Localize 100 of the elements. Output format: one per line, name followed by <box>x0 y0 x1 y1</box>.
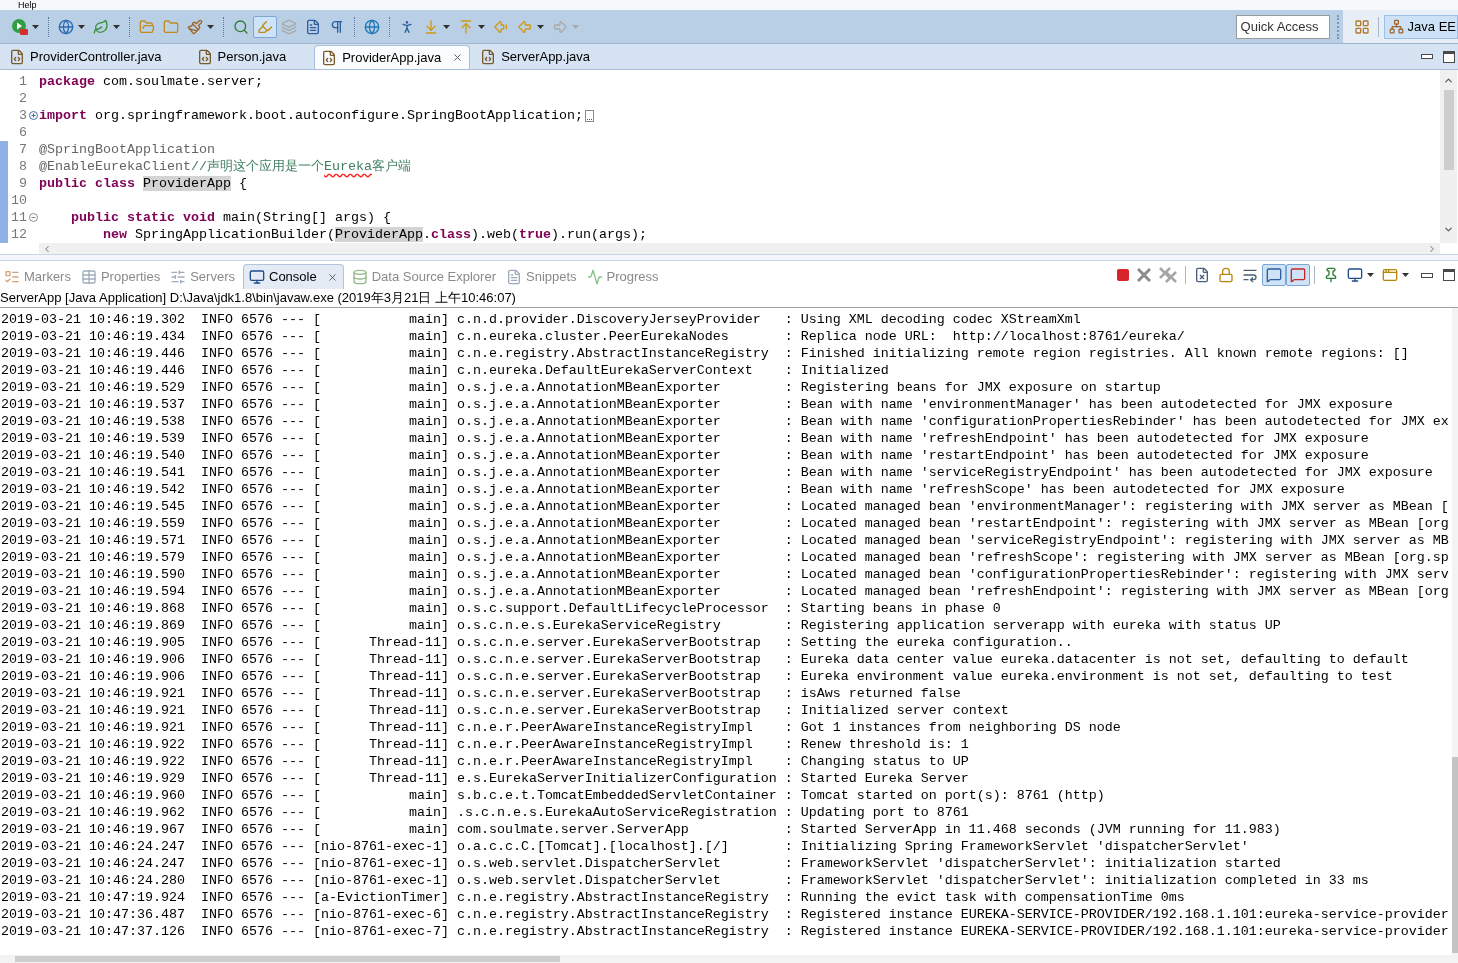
log-line: 2019-03-21 10:47:19.924 INFO 6576 --- [a-EvictionTimer] c.n.e.registry.AbstractInstanceRegistry : Running the evict task with compensationTime 0ms <box>1 889 1185 906</box>
leaf-icon <box>93 18 109 35</box>
close-icon[interactable] <box>452 52 464 63</box>
editor-tab[interactable]: ServerApp.java <box>473 45 616 69</box>
document-icon <box>305 18 321 35</box>
perspective-button[interactable]: Java EE <box>1383 14 1458 39</box>
sliders-icon <box>170 268 187 285</box>
caret-icon <box>1402 273 1409 277</box>
log-line: 2019-03-21 10:46:19.446 INFO 6576 --- [ main] c.n.eureka.DefaultEurekaServerContext : Initialized <box>1 362 889 379</box>
search-icon <box>233 18 249 35</box>
minimize-icon[interactable] <box>1421 272 1433 278</box>
run-icon <box>12 18 28 35</box>
file-icon <box>196 49 213 65</box>
toolbar-button[interactable] <box>1262 264 1286 286</box>
scrollbar-thumb[interactable] <box>1443 90 1454 170</box>
network-icon <box>1388 19 1404 34</box>
vertical-scrollbar[interactable] <box>1452 308 1458 955</box>
layers-icon <box>281 18 297 35</box>
editor-tab[interactable]: Person.java <box>189 45 312 69</box>
monitor-icon <box>1347 267 1363 283</box>
view-tab[interactable]: Servers <box>168 264 237 289</box>
scrollbar-thumb[interactable] <box>15 956 560 962</box>
log-line: 2019-03-21 10:46:19.962 INFO 6576 --- [ main] .s.c.n.e.s.EurekaAutoServiceRegistration : Updating port to 8761 <box>1 804 969 821</box>
log-line: 2019-03-21 10:46:19.922 INFO 6576 --- [ Thread-11] c.n.e.r.PeerAwareInstanceRegistryImpl : Changing status to UP <box>1 753 969 770</box>
file-icon <box>480 49 497 65</box>
code-line: @SpringBootApplication <box>39 141 215 158</box>
line-number: 8 <box>18 158 27 175</box>
horizontal-scrollbar[interactable] <box>0 955 1458 963</box>
file-x-icon <box>1194 267 1210 283</box>
log-line: 2019-03-21 10:46:19.922 INFO 6576 --- [ Thread-11] c.n.e.r.PeerAwareInstanceRegistryImpl : Renew threshold is: 1 <box>1 736 969 753</box>
pulse-icon <box>586 268 603 285</box>
monitor-icon <box>249 269 265 285</box>
line-number: 11 <box>10 209 27 226</box>
document-icon <box>506 268 522 285</box>
log-line: 2019-03-21 10:46:19.541 INFO 6576 --- [ main] o.s.j.e.a.AnnotationMBeanExporter : Bean with name 'serviceRegistryEndpoint' has been autodetected for JMX exposure <box>1 464 1433 481</box>
view-tab[interactable]: Console <box>243 264 344 289</box>
caret-icon <box>572 24 579 29</box>
toolbar-button[interactable] <box>1286 264 1310 286</box>
collapse-icon[interactable] <box>28 213 38 222</box>
maximize-icon[interactable] <box>1443 269 1455 281</box>
arrow-right-icon <box>552 18 568 35</box>
view-tab[interactable]: Markers <box>2 264 73 289</box>
view-tab[interactable]: Snippets <box>504 264 579 289</box>
log-line: 2019-03-21 10:46:19.537 INFO 6576 --- [ main] o.s.j.e.a.AnnotationMBeanExporter : Bean with name 'environmentManager' has been autodetected for JMX exposure <box>1 396 1393 413</box>
caret-icon <box>1367 273 1374 277</box>
arrow-left-icon <box>517 18 533 35</box>
arrow-down-icon <box>423 18 439 35</box>
globe-icon <box>58 18 74 35</box>
editor-tab[interactable]: ProviderApp.java <box>314 45 471 69</box>
database-icon <box>351 268 368 285</box>
caret-icon <box>478 24 485 29</box>
log-line: 2019-03-21 10:46:19.542 INFO 6576 --- [ main] o.s.j.e.a.AnnotationMBeanExporter : Bean with name 'refreshScope' has been autodetected for JMX exposure <box>1 481 1345 498</box>
caret-icon <box>207 24 214 29</box>
folder-icon <box>163 18 179 35</box>
line-number: 2 <box>18 90 27 107</box>
message-icon <box>1266 267 1282 283</box>
view-tab[interactable]: Properties <box>78 264 163 289</box>
log-line: 2019-03-21 10:46:19.545 INFO 6576 --- [ main] o.s.j.e.a.AnnotationMBeanExporter : Located managed bean 'environmentManager': registering with JMX server as MBean [ <box>1 498 1449 515</box>
pilcrow-icon <box>329 18 345 35</box>
log-line: 2019-03-21 10:46:24.247 INFO 6576 --- [nio-8761-exec-1] o.a.c.c.C.[Tomcat].[localhost].[/] : Initializing Spring FrameworkServlet 'dispatcherServlet' <box>1 838 1249 855</box>
code-line: package com.soulmate.server; <box>39 73 263 90</box>
quick-access-field[interactable]: Quick Access <box>1235 14 1330 39</box>
line-number: 10 <box>10 192 27 209</box>
scroll-left-icon[interactable] <box>42 243 52 254</box>
file-icon <box>9 49 25 65</box>
caret-icon <box>78 24 85 29</box>
table-icon <box>80 268 97 285</box>
list-icon <box>4 268 20 285</box>
caret-icon <box>443 24 450 29</box>
horizontal-scrollbar[interactable] <box>39 243 1440 254</box>
scroll-right-icon[interactable] <box>1427 243 1437 254</box>
line-number: 1 <box>18 73 27 90</box>
vertical-scrollbar[interactable] <box>1440 70 1457 243</box>
view-tab[interactable]: Data Source Explorer <box>349 264 498 289</box>
line-number: 12 <box>10 226 27 243</box>
code-line: @EnableEurekaClient//声明这个应用是一个Eureka客户端 <box>39 158 411 175</box>
expand-icon[interactable] <box>28 111 38 120</box>
editor-tab[interactable]: ProviderController.java <box>2 45 187 69</box>
scrollbar-thumb[interactable] <box>1452 757 1458 953</box>
log-line: 2019-03-21 10:46:24.280 INFO 6576 --- [nio-8761-exec-1] o.s.web.servlet.DispatcherServlet : FrameworkServlet 'dispatcherServlet': initialization completed in 33 ms <box>1 872 1369 889</box>
menu-item[interactable]: Help <box>18 0 37 10</box>
folder-icon <box>139 18 155 35</box>
scroll-down-icon[interactable] <box>1443 224 1454 235</box>
window-icon <box>1382 267 1398 283</box>
log-line: 2019-03-21 10:46:19.539 INFO 6576 --- [ main] o.s.j.e.a.AnnotationMBeanExporter : Bean with name 'refreshEndpoint' has been autodetected for JMX exposure <box>1 430 1369 447</box>
log-line: 2019-03-21 10:46:19.590 INFO 6576 --- [ main] o.s.j.e.a.AnnotationMBeanExporter : Located managed bean 'configurationPropertiesRebinder': registering with JMX serv <box>1 566 1449 583</box>
brush-icon <box>187 18 203 35</box>
code-line: new SpringApplicationBuilder(ProviderApp.class).web(true).run(args); <box>102 226 647 243</box>
view-tab[interactable]: Progress <box>584 264 661 289</box>
console-title: ServerApp [Java Application] D:\Java\jdk1.8\bin\javaw.exe (2019年3月21日 上午10:46:07) <box>0 289 516 307</box>
person-icon <box>399 18 415 35</box>
close-icon[interactable] <box>326 271 338 283</box>
log-line: 2019-03-21 10:46:19.434 INFO 6576 --- [ main] c.n.eureka.cluster.PeerEurekaNodes : Replica node URL: http://localhost:8761/eureka/ <box>1 328 1185 345</box>
file-icon <box>321 49 338 66</box>
log-line: 2019-03-21 10:46:19.868 INFO 6576 --- [ main] o.s.c.support.DefaultLifecycleProcessor : Starting beans in phase 0 <box>1 600 1001 617</box>
folded-code-icon[interactable] <box>584 109 594 122</box>
minimize-icon[interactable] <box>1421 54 1433 59</box>
maximize-icon[interactable] <box>1443 50 1455 63</box>
log-line: 2019-03-21 10:47:36.487 INFO 6576 --- [nio-8761-exec-6] c.n.e.registry.AbstractInstanceRegistry : Registered instance EUREKA-SERVICE-PROVIDER/192.168.1.101:eureka-service-provider <box>1 906 1449 923</box>
code-line: public static void main(String[] args) { <box>70 209 391 226</box>
